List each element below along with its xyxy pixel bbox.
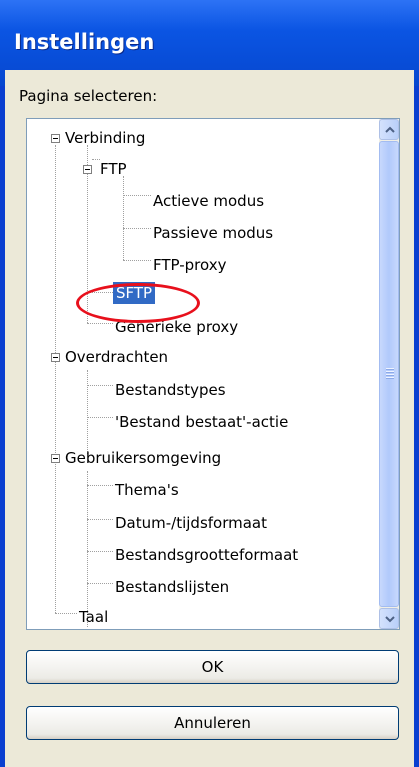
settings-tree[interactable]: Verbinding FTP Actieve modus Passieve mo… (26, 118, 400, 630)
chevron-up-icon (385, 126, 395, 133)
tree-item-verbinding[interactable]: Verbinding (65, 127, 145, 149)
cancel-button[interactable]: Annuleren (26, 706, 399, 740)
tree-scrollbar[interactable] (379, 119, 399, 629)
tree-item-ftp-proxy[interactable]: FTP-proxy (153, 254, 226, 276)
tree-line (87, 551, 113, 552)
window-title: Instellingen (14, 30, 155, 54)
scroll-grip-icon (386, 368, 394, 380)
annotation-circle (76, 283, 200, 323)
page-select-label: Pagina selecteren: (19, 87, 158, 105)
scroll-up-button[interactable] (379, 119, 399, 140)
tree-item-ftp[interactable]: FTP (100, 158, 127, 180)
tree-line (123, 228, 151, 229)
scroll-down-button[interactable] (379, 608, 399, 629)
tree-item-bestandsgrootteformaat[interactable]: Bestandsgrootteformaat (115, 544, 298, 566)
tree-line (123, 195, 151, 196)
tree-item-bestandslijsten[interactable]: Bestandslijsten (115, 576, 229, 598)
tree-item-themas[interactable]: Thema's (115, 479, 179, 501)
tree-line (87, 370, 88, 454)
tree-line (87, 385, 113, 386)
tree-line (87, 583, 113, 584)
tree-line (87, 471, 88, 627)
ok-button[interactable]: OK (26, 650, 399, 684)
tree-line (123, 260, 151, 261)
settings-window: Instellingen Pagina selecteren: Verbindi… (0, 0, 419, 767)
tree-line (87, 519, 113, 520)
tree-item-taal[interactable]: Taal (79, 606, 108, 628)
dialog-body: Pagina selecteren: Verbinding FTP Actiev… (5, 70, 414, 767)
chevron-down-icon (385, 616, 395, 623)
tree-item-bestand-bestaat-actie[interactable]: 'Bestand bestaat'-actie (115, 411, 288, 433)
tree-line (55, 145, 56, 613)
tree-line (87, 485, 113, 486)
collapse-ftp-icon[interactable] (83, 165, 92, 174)
tree-item-gebruikersomgeving[interactable]: Gebruikersomgeving (65, 447, 221, 469)
tree-item-overdrachten[interactable]: Overdrachten (65, 346, 168, 368)
tree-item-bestandstypes[interactable]: Bestandstypes (115, 379, 226, 401)
tree-line (87, 417, 113, 418)
tree-line (55, 613, 77, 614)
collapse-verbinding-icon[interactable] (51, 134, 60, 143)
tree-item-passieve-modus[interactable]: Passieve modus (153, 222, 273, 244)
tree-item-actieve-modus[interactable]: Actieve modus (153, 190, 264, 212)
collapse-overdrachten-icon[interactable] (51, 353, 60, 362)
tree-line (123, 176, 124, 260)
collapse-gebruikersomgeving-icon[interactable] (51, 454, 60, 463)
tree-line (92, 159, 100, 160)
scroll-thumb[interactable] (379, 141, 399, 607)
tree-item-datum-tijdsformaat[interactable]: Datum-/tijdsformaat (115, 512, 267, 534)
tree-line (87, 323, 113, 324)
